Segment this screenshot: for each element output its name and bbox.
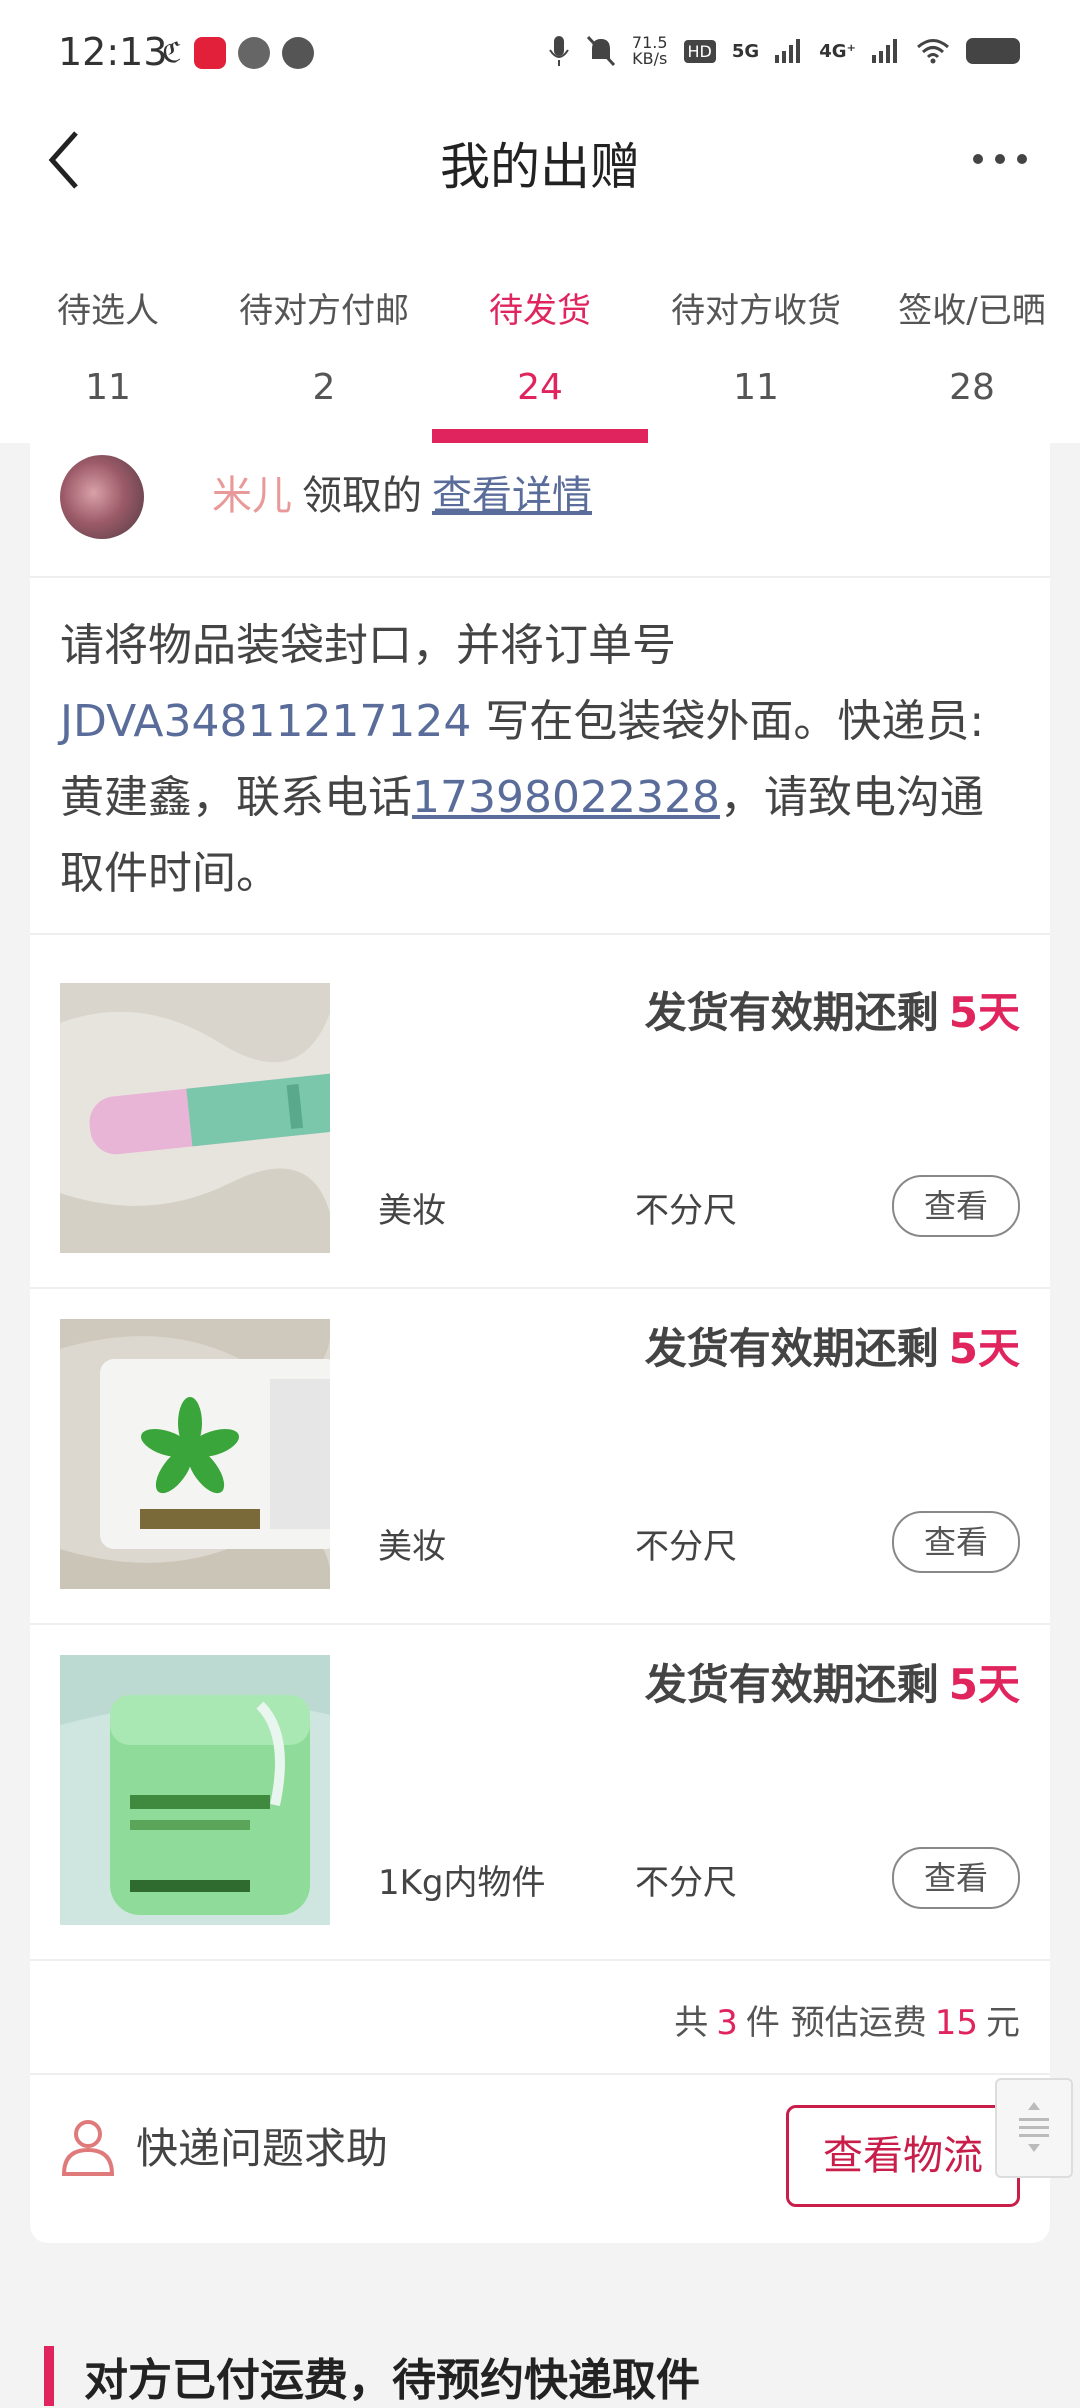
days-remaining: 5天 <box>948 1660 1020 1709</box>
view-details-link[interactable]: 查看详情 <box>432 473 592 519</box>
drag-lines-icon <box>1019 2102 1049 2152</box>
list-item: 发货有效期还剩 5天 美妆 不分尺 查看 <box>30 953 1050 1289</box>
page-title: 我的出赠 <box>440 138 640 196</box>
tab-pending-shipment[interactable]: 待发货 24 <box>432 245 648 443</box>
leaf-app-icon <box>237 36 270 69</box>
more-options-icon[interactable] <box>970 139 1030 179</box>
battery-icon <box>966 38 1020 64</box>
tab-pending-postage[interactable]: 待对方付邮 2 <box>216 245 432 443</box>
tab-label: 待对方收货 <box>671 291 841 331</box>
summary-text: 共3件 预估运费 15 元 <box>674 2003 1020 2043</box>
note-part-1: 请将物品装袋封口，并将订单号 <box>60 620 676 671</box>
red-app-icon <box>193 36 226 69</box>
courier-help[interactable]: 快递问题求助 <box>60 2115 388 2176</box>
signal-icon-2 <box>872 39 897 63</box>
section-title: 对方已付运费，待预约快递取件 <box>84 2355 700 2406</box>
video-app-icon <box>281 36 314 69</box>
tab-pending-receipt[interactable]: 待对方收货 11 <box>648 245 864 443</box>
list-item: 发货有效期还剩 5天 1Kg内物件 不分尺 查看 <box>30 1625 1050 1961</box>
item-count: 3 <box>716 2003 738 2043</box>
order-summary: 共3件 预估运费 15 元 <box>30 1955 1050 2075</box>
tab-label: 待发货 <box>489 291 591 331</box>
tab-count: 28 <box>949 367 995 408</box>
avatar[interactable] <box>60 455 144 539</box>
network-speed: 71.5 KB/s <box>631 33 668 68</box>
shipping-instructions: 请将物品装袋封口，并将订单号 JDVA34811217124 写在包装袋外面。快… <box>30 578 1050 935</box>
order-card: 米儿 领取的 查看详情 请将物品装袋封口，并将订单号 JDVA34811217124… <box>30 443 1050 2243</box>
shipping-deadline: 发货有效期还剩 5天 <box>644 1324 1020 1373</box>
person-icon <box>61 2119 115 2176</box>
courier-help-label: 快递问题求助 <box>136 2124 389 2173</box>
receiver-suffix: 领取的 <box>302 473 422 519</box>
mic-icon <box>549 36 569 66</box>
days-remaining: 5天 <box>948 1324 1020 1373</box>
hd-badge: HD <box>683 39 716 63</box>
list-item: 发货有效期还剩 5天 美妆 不分尺 查看 <box>30 1289 1050 1625</box>
view-item-button[interactable]: 查看 <box>892 1175 1020 1237</box>
status-bar: 12:13 ℭ 71.5 KB/s HD 5G 4G⁺ <box>0 0 1080 105</box>
tab-count: 11 <box>733 367 779 408</box>
tab-count: 2 <box>312 367 336 408</box>
tab-signed-shared[interactable]: 签收/已晒 28 <box>864 245 1080 443</box>
tab-count: 24 <box>517 367 563 408</box>
mute-bell-icon <box>586 35 615 67</box>
net-4g-label: 4G⁺ <box>819 40 856 62</box>
shipping-deadline: 发货有效期还剩 5天 <box>644 988 1020 1037</box>
item-size: 不分尺 <box>635 1863 737 1903</box>
section-accent-bar <box>44 2346 54 2406</box>
item-category: 美妆 <box>378 1191 446 1231</box>
item-photo[interactable] <box>60 1655 330 1925</box>
item-category: 1Kg内物件 <box>378 1863 546 1903</box>
status-left-icons: ℭ <box>162 36 314 69</box>
status-right-icons: 71.5 KB/s HD 5G 4G⁺ <box>548 34 1020 68</box>
view-item-button[interactable]: 查看 <box>892 1847 1020 1909</box>
wifi-icon <box>917 39 949 64</box>
shipping-deadline: 发货有效期还剩 5天 <box>644 1660 1020 1709</box>
scroll-handle[interactable] <box>995 2078 1073 2178</box>
app-header: 我的出赠 <box>0 105 1080 245</box>
receiver-info: 米儿 领取的 查看详情 <box>212 463 592 521</box>
tab-label: 签收/已晒 <box>898 291 1046 331</box>
active-tab-indicator <box>432 429 648 443</box>
item-size: 不分尺 <box>635 1191 737 1231</box>
tab-pending-selection[interactable]: 待选人 11 <box>0 245 216 443</box>
days-remaining: 5天 <box>948 988 1020 1037</box>
item-photo[interactable] <box>60 1319 330 1589</box>
tab-label: 待选人 <box>57 291 159 331</box>
tab-count: 11 <box>85 367 131 408</box>
view-item-button[interactable]: 查看 <box>892 1511 1020 1573</box>
item-photo[interactable] <box>60 983 330 1253</box>
status-time: 12:13 <box>58 30 168 74</box>
instructions-text: 请将物品装袋封口，并将订单号 JDVA34811217124 写在包装袋外面。快… <box>60 608 1020 912</box>
tab-label: 待对方付邮 <box>239 291 409 331</box>
signal-icon <box>775 39 801 63</box>
receiver-row: 米儿 领取的 查看详情 <box>30 443 1050 578</box>
receiver-name[interactable]: 米儿 <box>212 473 292 519</box>
view-logistics-button[interactable]: 查看物流 <box>786 2105 1020 2207</box>
status-tabs: 待选人 11 待对方付邮 2 待发货 24 待对方收货 11 签收/已晒 28 <box>0 245 1080 443</box>
shipping-fee: 15 <box>934 2003 978 2043</box>
net-5g-label: 5G <box>731 40 760 62</box>
item-category: 美妆 <box>378 1527 446 1567</box>
next-section-header: 对方已付运费，待预约快递取件 <box>0 2334 1080 2406</box>
item-size: 不分尺 <box>635 1527 737 1567</box>
order-number: JDVA34811217124 <box>60 696 472 747</box>
notification-icon: ℭ <box>162 36 182 69</box>
courier-phone-link[interactable]: 17398022328 <box>412 772 720 823</box>
